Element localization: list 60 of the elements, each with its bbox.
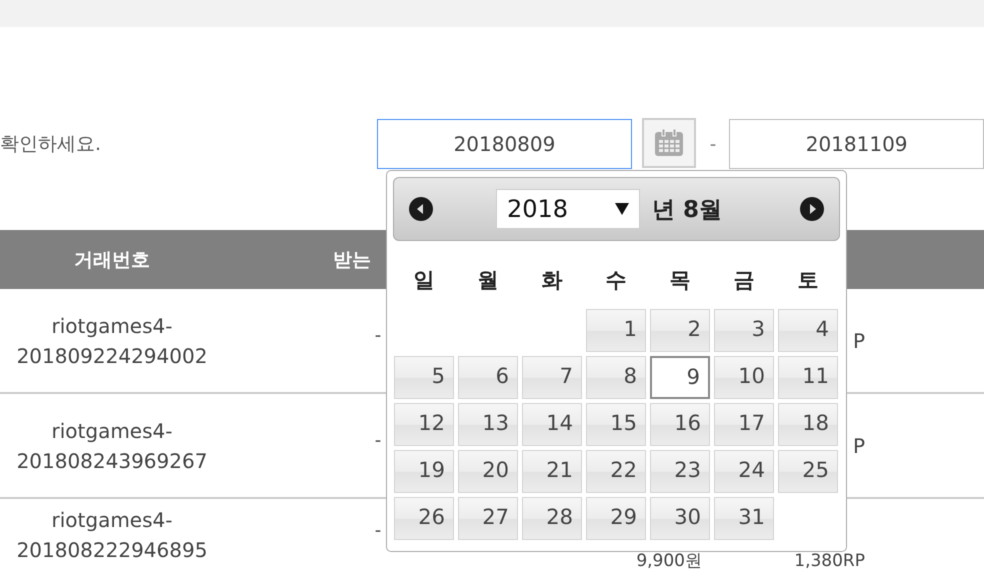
- start-date-field[interactable]: 20180809: [377, 119, 632, 169]
- transaction-id: riotgames4- 201809224294002: [16, 312, 208, 370]
- end-date-field[interactable]: 20181109: [729, 119, 984, 169]
- calendar-day[interactable]: 22: [586, 450, 646, 493]
- table-cell: P: [852, 328, 865, 352]
- table-cell: 1,380RP: [794, 551, 865, 571]
- calendar-icon: [652, 128, 685, 158]
- transaction-id: riotgames4- 201808243969267: [16, 418, 208, 474]
- weekday-label: 일: [412, 267, 436, 294]
- calendar-day[interactable]: 3: [714, 309, 774, 352]
- calendar-day[interactable]: 31: [714, 497, 774, 540]
- calendar-day[interactable]: 15: [586, 403, 646, 446]
- month-label: 년 8월: [652, 196, 724, 224]
- table-cell-text: -: [374, 430, 382, 451]
- calendar-day[interactable]: 20: [458, 450, 518, 493]
- calendar-day[interactable]: 14: [522, 403, 582, 446]
- calendar-day[interactable]: 2: [650, 309, 710, 352]
- calendar-day[interactable]: 9: [650, 356, 710, 399]
- transaction-id: riotgames4- 201808222946895: [16, 507, 208, 564]
- weekday-label: 월: [476, 267, 500, 294]
- calendar-day[interactable]: 8: [586, 356, 646, 399]
- next-month-icon[interactable]: [799, 196, 825, 222]
- weekday-label: 토: [796, 267, 820, 294]
- calendar-day[interactable]: 5: [394, 356, 454, 399]
- calendar-day[interactable]: 18: [778, 403, 838, 446]
- calendar-day[interactable]: 7: [522, 356, 582, 399]
- instruction-text: 확인하세요.: [0, 132, 102, 157]
- calendar-day[interactable]: 19: [394, 450, 454, 493]
- column-header: 거래번호: [73, 248, 151, 272]
- calendar-day[interactable]: 13: [458, 403, 518, 446]
- weekday-label: 목: [668, 267, 692, 294]
- calendar-day[interactable]: 11: [778, 356, 838, 399]
- calendar-day[interactable]: 16: [650, 403, 710, 446]
- table-cell-text: -: [374, 325, 382, 346]
- calendar-day[interactable]: 26: [394, 497, 454, 540]
- calendar-day[interactable]: 12: [394, 403, 454, 446]
- calendar-day[interactable]: 17: [714, 403, 774, 446]
- calendar-day[interactable]: 25: [778, 450, 838, 493]
- weekday-label: 화: [540, 267, 564, 294]
- table-cell-text: -: [374, 520, 382, 540]
- caret-icon: [615, 203, 629, 215]
- calendar-day[interactable]: 1: [586, 309, 646, 352]
- calendar-day[interactable]: 21: [522, 450, 582, 493]
- calendar-day[interactable]: 27: [458, 497, 518, 540]
- range-separator: -: [710, 134, 716, 154]
- calendar-day[interactable]: 23: [650, 450, 710, 493]
- calendar-day[interactable]: 10: [714, 356, 774, 399]
- calendar-day[interactable]: 28: [522, 497, 582, 540]
- table-cell: 9,900원: [636, 551, 702, 571]
- previous-month-icon[interactable]: [408, 196, 434, 222]
- column-header: 받는: [332, 248, 372, 272]
- calendar-day[interactable]: 4: [778, 309, 838, 352]
- weekday-label: 금: [732, 267, 756, 294]
- year-select[interactable]: 2018: [496, 189, 640, 229]
- calendar-day[interactable]: 30: [650, 497, 710, 540]
- calendar-day[interactable]: 6: [458, 356, 518, 399]
- weekday-label: 수: [604, 267, 628, 294]
- calendar-day[interactable]: 24: [714, 450, 774, 493]
- calendar-day[interactable]: 29: [586, 497, 646, 540]
- table-cell: P: [852, 434, 865, 458]
